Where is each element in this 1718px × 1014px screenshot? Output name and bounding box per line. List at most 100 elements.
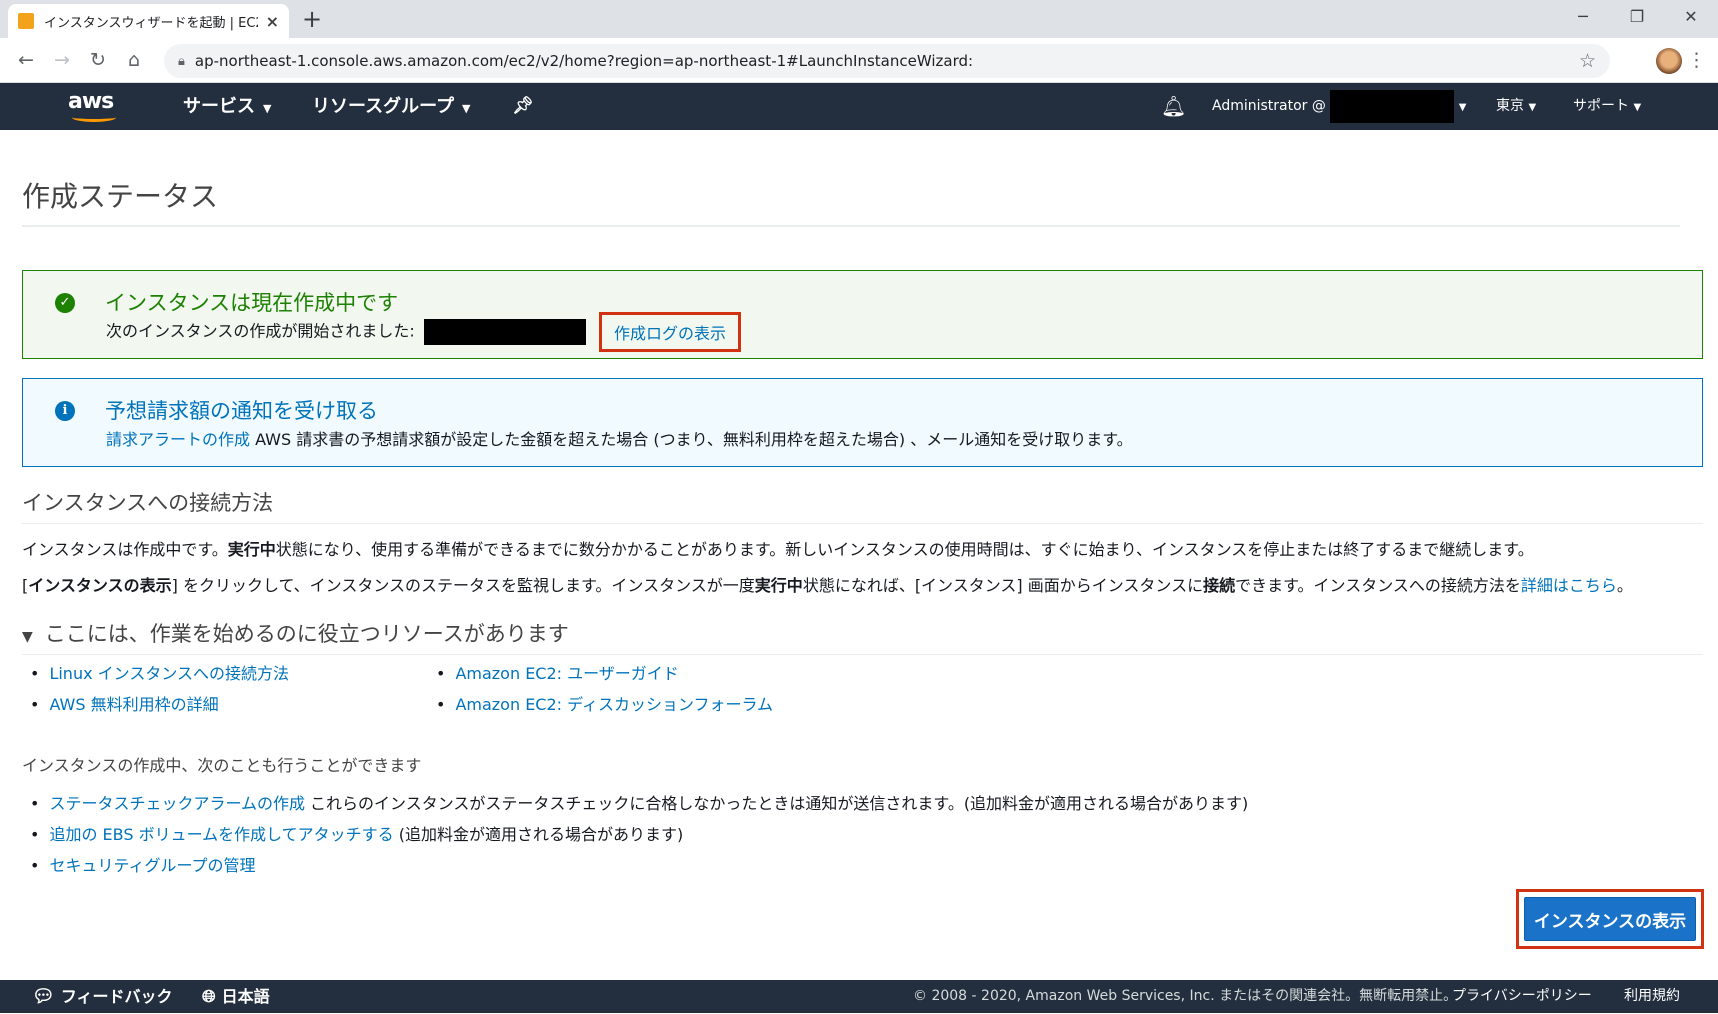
reload-icon[interactable]: ↻ bbox=[80, 49, 116, 71]
bell-icon[interactable]: 🔔︎ bbox=[1161, 83, 1186, 130]
language-button[interactable]: 🌐︎ 日本語 bbox=[202, 980, 270, 1014]
redacted-account-id bbox=[1330, 89, 1455, 123]
list-item: Linux インスタンスへの接続方法 bbox=[26, 658, 289, 689]
copyright-text: © 2008 - 2020, Amazon Web Services, Inc.… bbox=[913, 988, 1458, 1004]
text-span: 。 bbox=[1616, 576, 1633, 595]
aws-favicon-icon bbox=[18, 13, 34, 29]
caret-down-icon: ▼ bbox=[22, 629, 33, 645]
browser-tab[interactable]: インスタンスウィザードを起動 | EC2 M × bbox=[8, 4, 289, 38]
chevron-down-icon: ▼ bbox=[263, 102, 272, 115]
support-label: サポート bbox=[1573, 98, 1629, 114]
resources-toggle[interactable]: ▼ ここには、作業を始めるのに役立つリソースがあります bbox=[22, 618, 1703, 655]
speech-bubble-icon: 💬︎ bbox=[32, 986, 55, 1007]
support-menu[interactable]: サポート ▼ bbox=[1573, 83, 1641, 130]
browser-menu-icon[interactable]: ⋮ bbox=[1687, 49, 1706, 71]
list-item: Amazon EC2: ユーザーガイド bbox=[432, 658, 773, 689]
security-groups-link[interactable]: セキュリティグループの管理 bbox=[49, 856, 255, 875]
connect-text: 接続 bbox=[1203, 576, 1236, 595]
list-item: Amazon EC2: ディスカッションフォーラム bbox=[432, 689, 773, 720]
success-alert: ✓ インスタンスは現在作成中です 次のインスタンスの作成が開始されました: 作成… bbox=[22, 270, 1703, 359]
text-span: できます。インスタンスへの接続方法を bbox=[1235, 576, 1521, 595]
back-arrow-icon[interactable]: ← bbox=[8, 49, 44, 71]
info-text-row: 請求アラートの作成 AWS 請求書の予想請求額が設定した金額を超えた場合 (つま… bbox=[106, 426, 1133, 450]
feedback-button[interactable]: 💬︎ フィードバック bbox=[32, 980, 173, 1013]
services-label: サービス bbox=[183, 96, 255, 117]
info-text: AWS 請求書の予想請求額が設定した金額を超えた場合 (つまり、無料利用枠を超え… bbox=[250, 430, 1133, 449]
browser-tab-bar: インスタンスウィザードを起動 | EC2 M × + ─ ❐ ✕ bbox=[0, 0, 1718, 38]
list-item: ステータスチェックアラームの作成 これらのインスタンスがステータスチェックに合格… bbox=[26, 788, 1248, 819]
forward-arrow-icon[interactable]: → bbox=[44, 49, 80, 71]
text-span: インスタンスは作成中です。 bbox=[22, 540, 228, 559]
url-field[interactable]: 🔒︎ ap-northeast-1.console.aws.amazon.com… bbox=[164, 44, 1610, 78]
view-instances-button[interactable]: インスタンスの表示 bbox=[1524, 897, 1696, 941]
also-heading: インスタンスの作成中、次のことも行うことができます bbox=[22, 756, 422, 775]
resources-list-right: Amazon EC2: ユーザーガイド Amazon EC2: ディスカッション… bbox=[432, 658, 773, 720]
aws-logo-text: aws bbox=[68, 89, 114, 114]
lock-icon: 🔒︎ bbox=[178, 53, 185, 69]
close-tab-icon[interactable]: × bbox=[266, 12, 279, 31]
ebs-volume-link[interactable]: 追加の EBS ボリュームを作成してアタッチする bbox=[49, 825, 393, 844]
aws-logo[interactable]: aws bbox=[68, 89, 122, 123]
resource-groups-label: リソースグループ bbox=[312, 96, 455, 117]
aws-smile-icon bbox=[72, 113, 116, 122]
also-list: ステータスチェックアラームの作成 これらのインスタンスがステータスチェックに合格… bbox=[26, 788, 1248, 881]
terms-link[interactable]: 利用規約 bbox=[1624, 980, 1680, 1013]
resources-heading: ここには、作業を始めるのに役立つリソースがあります bbox=[44, 622, 569, 646]
chevron-down-icon: ▼ bbox=[462, 102, 471, 115]
info-alert: i 予想請求額の通知を受け取る 請求アラートの作成 AWS 請求書の予想請求額が… bbox=[22, 378, 1703, 467]
linux-connect-link[interactable]: Linux インスタンスへの接続方法 bbox=[49, 664, 289, 683]
account-menu[interactable]: Administrator @ ▼ bbox=[1212, 83, 1467, 130]
region-menu[interactable]: 東京 ▼ bbox=[1496, 83, 1536, 130]
restore-button[interactable]: ❐ bbox=[1610, 0, 1664, 36]
chevron-down-icon: ▼ bbox=[1528, 102, 1537, 113]
free-tier-link[interactable]: AWS 無料利用枠の詳細 bbox=[49, 695, 218, 714]
privacy-link[interactable]: プライバシーポリシー bbox=[1452, 980, 1592, 1013]
aws-navbar: aws サービス ▼ リソースグループ ▼ 📌︎ 🔔︎ Administrator … bbox=[0, 83, 1718, 130]
resources-list-left: Linux インスタンスへの接続方法 AWS 無料利用枠の詳細 bbox=[26, 658, 289, 720]
text-span: ] をクリックして、インスタンスのステータスを監視します。インスタンスが一度 bbox=[171, 576, 755, 595]
check-circle-icon: ✓ bbox=[55, 293, 75, 313]
create-billing-alert-link[interactable]: 請求アラートの作成 bbox=[106, 430, 250, 449]
region-label: 東京 bbox=[1496, 98, 1524, 114]
address-bar: ← → ↻ ⌂ 🔒︎ ap-northeast-1.console.aws.am… bbox=[0, 38, 1718, 83]
account-label: Administrator @ bbox=[1212, 98, 1326, 114]
text-span: 状態になり、使用する準備ができるまでに数分かかることがあります。新しいインスタン… bbox=[275, 540, 1534, 559]
resource-groups-menu[interactable]: リソースグループ ▼ bbox=[312, 83, 471, 130]
success-text-row: 次のインスタンスの作成が開始されました: 作成ログの表示 bbox=[106, 312, 741, 352]
text-span: (追加料金が適用される場合があります) bbox=[393, 825, 684, 844]
list-item: AWS 無料利用枠の詳細 bbox=[26, 689, 289, 720]
connect-paragraph-2: [インスタンスの表示] をクリックして、インスタンスのステータスを監視します。イ… bbox=[22, 572, 1633, 596]
view-instances-highlight: インスタンスの表示 bbox=[1516, 889, 1704, 949]
learn-more-link[interactable]: 詳細はこちら bbox=[1521, 576, 1617, 595]
info-icon: i bbox=[55, 401, 75, 421]
services-menu[interactable]: サービス ▼ bbox=[183, 83, 271, 130]
success-text: 次のインスタンスの作成が開始されました: bbox=[106, 321, 415, 341]
connect-heading: インスタンスへの接続方法 bbox=[22, 487, 1703, 524]
bookmark-star-icon[interactable]: ☆ bbox=[1579, 50, 1596, 72]
tab-title: インスタンスウィザードを起動 | EC2 M bbox=[44, 15, 258, 31]
language-label: 日本語 bbox=[221, 987, 270, 1006]
minimize-button[interactable]: ─ bbox=[1556, 0, 1610, 36]
connect-paragraph-1: インスタンスは作成中です。実行中状態になり、使用する準備ができるまでに数分かかる… bbox=[22, 536, 1534, 560]
new-tab-button[interactable]: + bbox=[302, 5, 322, 33]
forum-link[interactable]: Amazon EC2: ディスカッションフォーラム bbox=[455, 695, 773, 714]
view-log-link[interactable]: 作成ログの表示 bbox=[614, 324, 726, 343]
page-title: 作成ステータス bbox=[22, 175, 1680, 227]
window-controls: ─ ❐ ✕ bbox=[1556, 0, 1718, 36]
chevron-down-icon: ▼ bbox=[1458, 102, 1467, 113]
running-state-text: 実行中 bbox=[227, 540, 276, 559]
chevron-down-icon: ▼ bbox=[1633, 102, 1642, 113]
running-state-text: 実行中 bbox=[754, 576, 803, 595]
status-check-alarm-link[interactable]: ステータスチェックアラームの作成 bbox=[49, 794, 305, 813]
profile-avatar[interactable] bbox=[1656, 48, 1682, 74]
page-content: 作成ステータス ✓ インスタンスは現在作成中です 次のインスタンスの作成が開始さ… bbox=[22, 175, 1703, 875]
user-guide-link[interactable]: Amazon EC2: ユーザーガイド bbox=[455, 664, 678, 683]
log-link-highlight: 作成ログの表示 bbox=[598, 312, 741, 352]
footer: 💬︎ フィードバック 🌐︎ 日本語 © 2008 - 2020, Amazon We… bbox=[0, 980, 1718, 1013]
list-item: 追加の EBS ボリュームを作成してアタッチする (追加料金が適用される場合があ… bbox=[26, 819, 1248, 850]
pin-icon[interactable]: 📌︎ bbox=[512, 83, 534, 130]
text-span: 状態になれば、[インスタンス] 画面からインスタンスに bbox=[802, 576, 1204, 595]
window-close-button[interactable]: ✕ bbox=[1664, 0, 1718, 36]
home-icon[interactable]: ⌂ bbox=[116, 49, 152, 71]
redacted-instance-id bbox=[423, 319, 586, 345]
